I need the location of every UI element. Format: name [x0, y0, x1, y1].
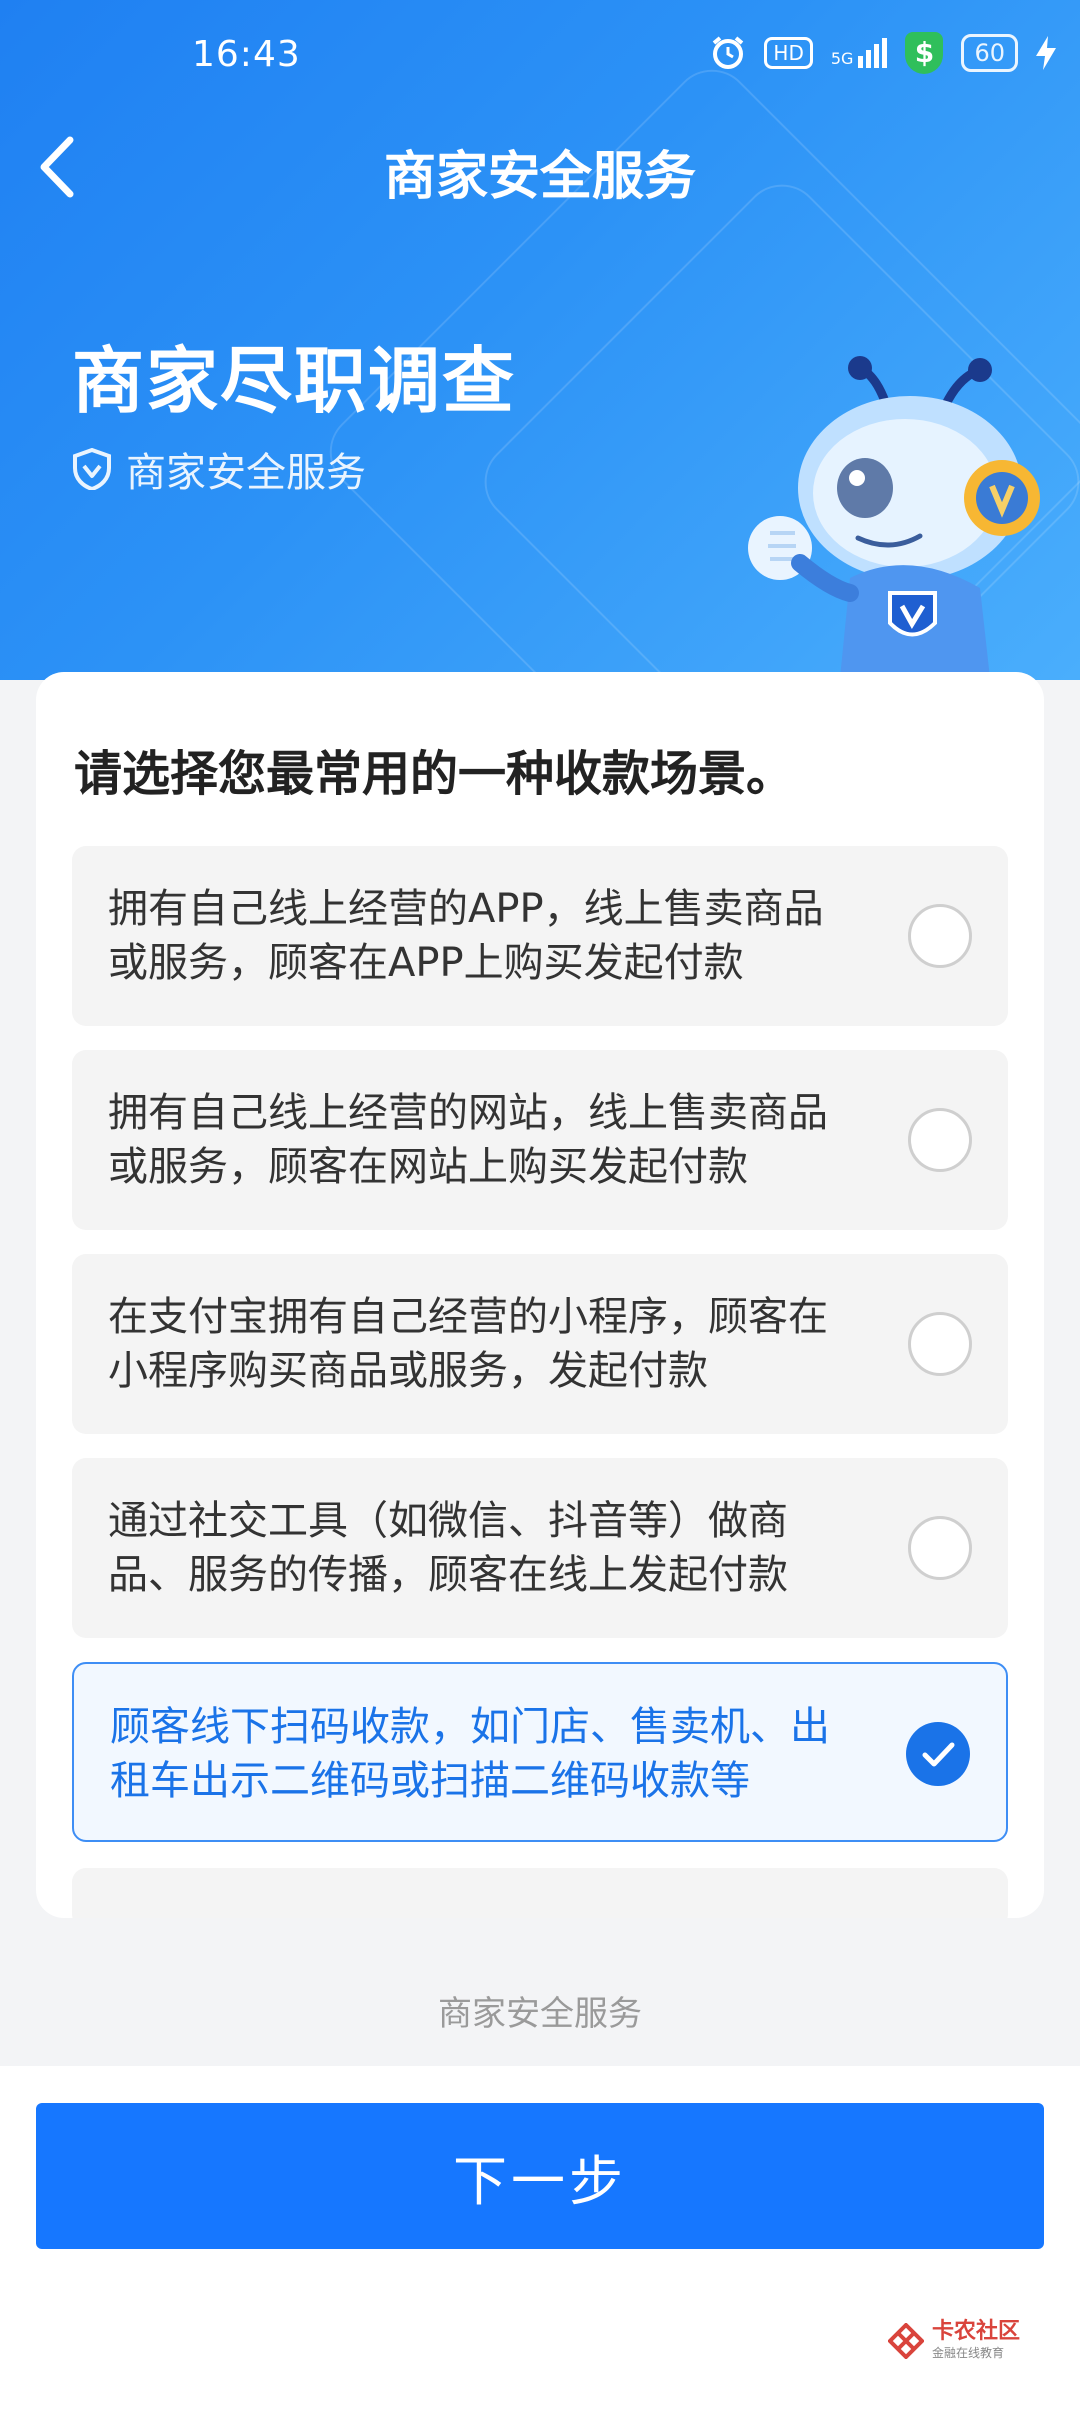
radio-button[interactable]: [908, 904, 972, 968]
hero-title: 商家尽职调查: [72, 339, 517, 423]
radio-button[interactable]: [908, 1108, 972, 1172]
network-type: 5G: [830, 49, 854, 68]
option-social[interactable]: 通过社交工具（如微信、抖音等）做商品、服务的传播，顾客在线上发起付款: [72, 1458, 1008, 1638]
option-partial[interactable]: [72, 1868, 1008, 1918]
option-text: 拥有自己线上经营的APP，线上售卖商品或服务，顾客在APP上购买发起付款: [108, 886, 824, 986]
option-app[interactable]: 拥有自己线上经营的APP，线上售卖商品或服务，顾客在APP上购买发起付款: [72, 846, 1008, 1026]
charging-icon: [1036, 36, 1056, 70]
option-text: 顾客线下扫码收款，如门店、售卖机、出租车出示二维码或扫描二维码收款等: [110, 1704, 830, 1804]
survey-card: 请选择您最常用的一种收款场景。 拥有自己线上经营的APP，线上售卖商品或服务，顾…: [36, 672, 1044, 1918]
option-text: 拥有自己线上经营的网站，线上售卖商品或服务，顾客在网站上购买发起付款: [108, 1090, 828, 1190]
checkmark-icon: [922, 1742, 955, 1767]
watermark-subtitle: 金融在线教育: [931, 2346, 1004, 2360]
radio-button[interactable]: [908, 1312, 972, 1376]
battery-indicator: 60: [961, 34, 1018, 72]
watermark-title: 卡农社区: [931, 2319, 1020, 2344]
hero-subtitle: 商家安全服务: [72, 440, 366, 498]
kanong-logo-icon: [887, 2322, 924, 2359]
hero-banner: 16:43 HD 5G $ 60 商家安全服务 商家尽职调查 商家安全服务: [0, 0, 1080, 680]
option-text: 在支付宝拥有自己经营的小程序，顾客在小程序购买商品或服务，发起付款: [108, 1294, 828, 1394]
option-text: 通过社交工具（如微信、抖音等）做商品、服务的传播，顾客在线上发起付款: [108, 1498, 788, 1598]
status-bar: 16:43 HD 5G $ 60: [0, 0, 1080, 96]
option-website[interactable]: 拥有自己线上经营的网站，线上售卖商品或服务，顾客在网站上购买发起付款: [72, 1050, 1008, 1230]
robot-ant-mascot-illustration: [748, 356, 1040, 678]
hero-subtitle-text: 商家安全服务: [126, 450, 366, 496]
watermark: 卡农社区 金融在线教育: [887, 2319, 1020, 2361]
hd-badge: HD: [764, 37, 813, 69]
option-offline-qr[interactable]: 顾客线下扫码收款，如门店、售卖机、出租车出示二维码或扫描二维码收款等: [72, 1662, 1008, 1842]
signal-icon: 5G: [831, 38, 888, 68]
radio-button-checked[interactable]: [906, 1722, 970, 1786]
option-mini-program[interactable]: 在支付宝拥有自己经营的小程序，顾客在小程序购买商品或服务，发起付款: [72, 1254, 1008, 1434]
question-title: 请选择您最常用的一种收款场景。: [74, 746, 795, 802]
radio-button[interactable]: [908, 1516, 972, 1580]
status-time: 16:43: [192, 34, 301, 75]
shield-check-icon: [73, 448, 111, 490]
security-app-icon: $: [905, 32, 944, 74]
alarm-icon: [713, 36, 744, 69]
page-title: 商家安全服务: [383, 147, 696, 207]
footer-note: 商家安全服务: [438, 1994, 642, 2034]
next-button[interactable]: 下一步: [36, 2103, 1044, 2249]
